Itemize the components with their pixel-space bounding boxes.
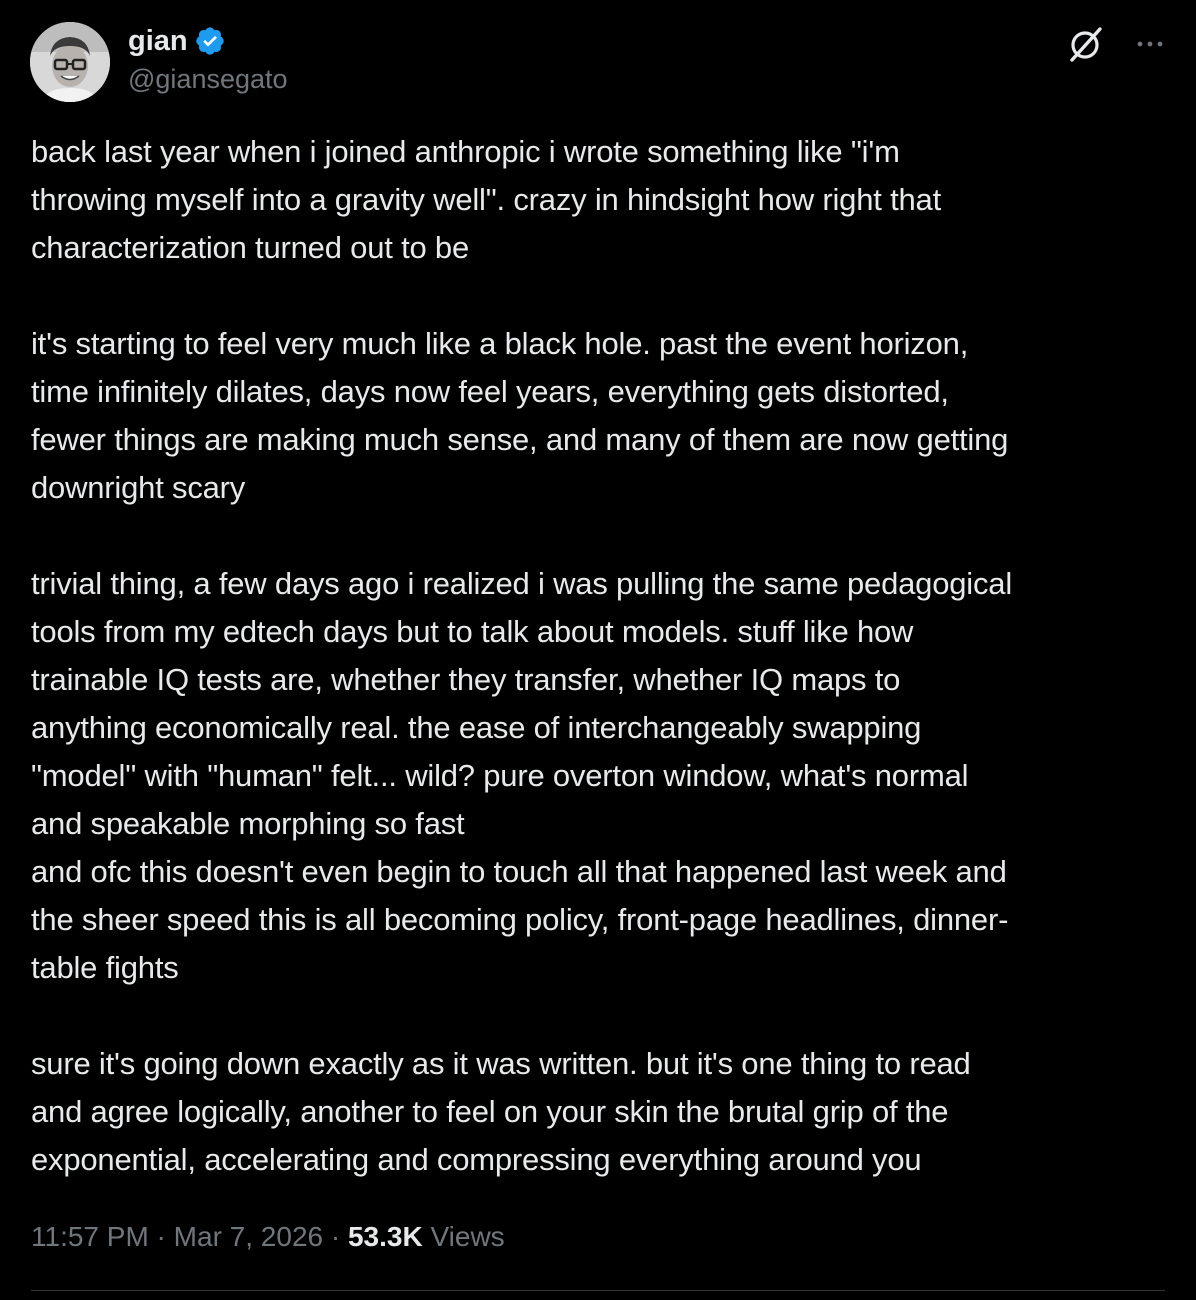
tweet-paragraph: back last year when i joined anthropic i… (31, 128, 1171, 272)
tweet-line: time infinitely dilates, days now feel y… (31, 374, 949, 409)
name-row: gian (128, 22, 288, 60)
tweet-line: table fights (31, 950, 179, 985)
tweet-paragraph: sure it's going down exactly as it was w… (31, 1040, 1171, 1184)
tweet-header: gian @giansegato (30, 22, 1170, 102)
tweet-line: and speakable morphing so fast (31, 806, 465, 841)
tweet-line: tools from my edtech days but to talk ab… (31, 614, 914, 649)
tweet-text: back last year when i joined anthropic i… (31, 128, 1171, 1184)
tweet-line: and ofc this doesn't even begin to touch… (31, 854, 1007, 889)
tweet-line: trivial thing, a few days ago i realized… (31, 566, 1013, 601)
tweet-line: fewer things are making much sense, and … (31, 422, 1009, 457)
meta-separator: · (323, 1221, 348, 1252)
tweet-paragraph: trivial thing, a few days ago i realized… (31, 560, 1171, 992)
views-label: Views (430, 1221, 505, 1252)
tweet-line: downright scary (31, 470, 246, 505)
tweet-line: and agree logically, another to feel on … (31, 1094, 949, 1129)
author-handle[interactable]: @giansegato (128, 62, 288, 96)
tweet-line: "model" with "human" felt... wild? pure … (31, 758, 969, 793)
tweet-line: the sheer speed this is all becoming pol… (31, 902, 1009, 937)
tweet-line: characterization turned out to be (31, 230, 470, 265)
meta-separator: · (148, 1221, 174, 1252)
tweet-meta: 11:57 PM · Mar 7, 2026 · 53.3K Views (31, 1217, 505, 1257)
author-info: gian @giansegato (128, 22, 288, 96)
tweet-line: back last year when i joined anthropic i… (31, 134, 900, 169)
divider (31, 1290, 1165, 1291)
tweet-line: it's starting to feel very much like a b… (31, 326, 969, 361)
tweet-date[interactable]: Mar 7, 2026 (174, 1221, 323, 1252)
tweet-line: throwing myself into a gravity well". cr… (31, 182, 941, 217)
verified-badge-icon[interactable] (194, 25, 226, 57)
more-icon[interactable] (1130, 26, 1170, 66)
tweet-time[interactable]: 11:57 PM (31, 1221, 149, 1252)
tweet-line: trainable IQ tests are, whether they tra… (31, 662, 901, 697)
grok-icon[interactable] (1066, 24, 1106, 64)
profile-photo-icon (30, 22, 110, 102)
tweet-line: anything economically real. the ease of … (31, 710, 922, 745)
tweet-line: exponential, accelerating and compressin… (31, 1142, 922, 1177)
display-name[interactable]: gian (128, 23, 188, 59)
avatar[interactable] (30, 22, 110, 102)
tweet-line: sure it's going down exactly as it was w… (31, 1046, 971, 1081)
tweet-paragraph: it's starting to feel very much like a b… (31, 320, 1171, 512)
views-count: 53.3K (347, 1221, 423, 1252)
